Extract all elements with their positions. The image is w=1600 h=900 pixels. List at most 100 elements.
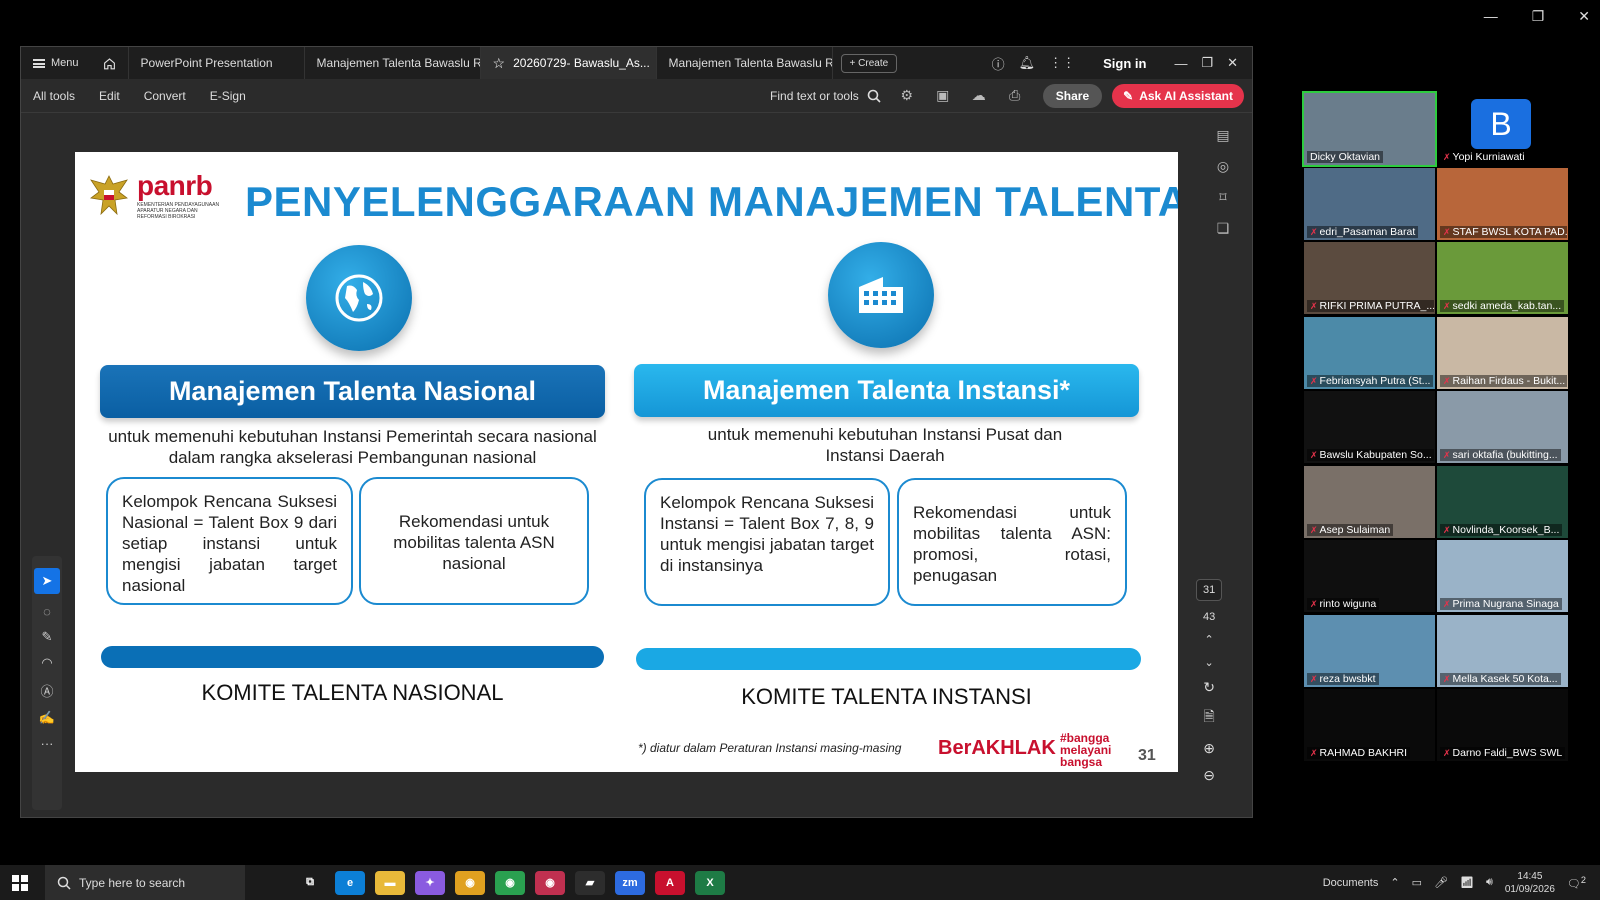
minimize-icon[interactable]: — — [1484, 8, 1498, 25]
tab-3[interactable]: Manajemen Talenta Bawaslu RI... — [657, 47, 833, 79]
participant-tile[interactable]: ✗ Asep Sulaiman — [1304, 465, 1435, 538]
participant-tile[interactable]: ✗ Raihan Firdaus - Bukit... — [1437, 316, 1568, 389]
participant-tile[interactable]: ✗ Mella Kasek 50 Kota... — [1437, 614, 1568, 687]
taskbar-search[interactable]: Type here to search — [45, 865, 245, 900]
pen-icon[interactable]: ✎ — [42, 629, 53, 645]
minimize-icon[interactable]: — — [1174, 56, 1187, 71]
participant-tile[interactable]: B ✗ Yopi Kurniawati — [1437, 93, 1568, 165]
edge-icon[interactable]: e — [335, 870, 365, 895]
tab-2-active[interactable]: ☆ 20260729- Bawaslu_As... ✕ — [480, 47, 657, 79]
participant-tile[interactable]: ✗ reza bwsbkt — [1304, 614, 1435, 687]
participant-tile[interactable]: ✗ edri_Pasaman Barat — [1304, 167, 1435, 240]
notification-icon[interactable]: 🗨︎2 — [1567, 875, 1586, 891]
bookmark-icon[interactable]: ⌑ — [1219, 189, 1226, 206]
participant-tile[interactable]: ✗ sari oktafia (bukitting... — [1437, 391, 1568, 463]
bell-icon[interactable]: 🔔︎ — [1019, 55, 1036, 71]
participant-name: ✗ reza bwsbkt — [1307, 672, 1379, 685]
create-button[interactable]: + Create — [840, 53, 898, 73]
participant-name-text: edri_Pasaman Barat — [1319, 225, 1416, 238]
volume-icon[interactable]: 🔊︎ — [1486, 876, 1493, 889]
chevron-down-icon[interactable]: ⌄ — [1205, 656, 1214, 669]
share-button[interactable]: Share — [1042, 83, 1103, 108]
cursor-icon[interactable]: ➤ — [34, 568, 60, 594]
apps-grid-icon[interactable]: ⋮⋮ — [1049, 55, 1075, 71]
participant-tile[interactable]: ✗ Prima Nugrana Sinaga — [1437, 540, 1568, 612]
acrobat-icon[interactable]: A — [655, 870, 685, 895]
star-icon[interactable]: ☆ — [493, 55, 506, 72]
ai-tools-icon[interactable]: ⚙ — [896, 85, 918, 107]
documents-toolbar[interactable]: Documents — [1323, 877, 1379, 889]
more-tools-icon[interactable]: ··· — [41, 736, 54, 751]
muted-mic-icon: ✗ — [1443, 152, 1451, 162]
participant-tile[interactable]: ✗ Bawslu Kabupaten So... — [1304, 391, 1435, 463]
zoom-in-icon[interactable]: ⊕ — [1203, 740, 1215, 757]
menu-button[interactable]: Menu — [21, 57, 91, 69]
ai-summary-icon[interactable]: ◎ — [1217, 158, 1229, 175]
copilot-icon[interactable]: ✦ — [415, 870, 445, 895]
tab-1[interactable]: Manajemen Talenta Bawaslu RI... — [305, 47, 481, 79]
maximize-icon[interactable]: ❐ — [1532, 8, 1545, 25]
close-icon[interactable]: ✕ — [1578, 8, 1590, 25]
comment-panel-icon[interactable]: ▤ — [1216, 127, 1229, 144]
participant-name: ✗ edri_Pasaman Barat — [1307, 225, 1419, 238]
chevron-up-icon[interactable]: ⌃ — [1205, 633, 1214, 646]
current-page-input[interactable]: 31 — [1196, 579, 1223, 601]
home-button[interactable] — [91, 47, 129, 79]
hamburger-icon — [33, 58, 45, 68]
participant-name: ✗ STAF BWSL KOTA PAD... — [1440, 225, 1567, 238]
participant-tile[interactable]: ✗ rinto wiguna — [1304, 540, 1435, 612]
notification-count: 2 — [1580, 874, 1586, 885]
save-icon[interactable]: ▣ — [932, 85, 954, 107]
sign-in-button[interactable]: Sign in — [1103, 56, 1146, 71]
save-page-icon[interactable]: 🗎︎ — [1203, 706, 1214, 730]
participant-name: ✗ Novlinda_Koorsek_B... — [1440, 523, 1563, 536]
restore-icon[interactable]: ❐ — [1201, 55, 1213, 71]
pages-icon[interactable]: ❏ — [1217, 220, 1230, 237]
lasso-icon[interactable]: ◠ — [41, 655, 52, 671]
print-icon[interactable]: ⎙ — [1004, 85, 1026, 107]
participant-tile[interactable]: ✗ RIFKI PRIMA PUTRA_... — [1304, 242, 1435, 314]
chevron-up-icon[interactable]: ⌃ — [1390, 876, 1399, 889]
help-icon[interactable]: ⓘ — [992, 54, 1005, 73]
participant-tile[interactable]: ✗ RAHMAD BAKHRI — [1304, 689, 1435, 761]
chrome-profile-3-icon[interactable]: ◉ — [535, 870, 565, 895]
zoom-icon[interactable]: zm — [615, 870, 645, 895]
signature-icon[interactable]: ✍ — [39, 710, 55, 726]
participant-tile[interactable]: ✗ Novlinda_Koorsek_B... — [1437, 465, 1568, 538]
close-icon[interactable]: ✕ — [1227, 55, 1238, 71]
comment-icon[interactable]: ◌ — [43, 604, 51, 619]
participant-tile[interactable]: ✗ Febriansyah Putra (St... — [1304, 316, 1435, 389]
chrome-profile-2-icon[interactable]: ◉ — [495, 870, 525, 895]
text-select-icon[interactable]: Ⓐ — [40, 681, 53, 700]
rotate-icon[interactable]: ↻ — [1203, 679, 1215, 696]
muted-mic-icon: ✗ — [1443, 524, 1451, 535]
file-explorer-icon[interactable]: ▬ — [375, 870, 405, 895]
meet-now-icon[interactable]: ▭ — [1412, 876, 1422, 889]
participant-name: ✗ RIFKI PRIMA PUTRA_... — [1307, 300, 1434, 312]
muted-mic-icon: ✗ — [1310, 450, 1318, 460]
zoom-out-icon[interactable]: ⊖ — [1203, 767, 1215, 784]
participant-tile[interactable]: ✗ STAF BWSL KOTA PAD... — [1437, 167, 1568, 240]
excel-icon[interactable]: X — [695, 870, 725, 895]
esign-menu[interactable]: E-Sign — [198, 89, 258, 103]
edit-menu[interactable]: Edit — [87, 89, 132, 103]
participant-tile[interactable]: Dicky Oktavian — [1302, 91, 1437, 167]
microphone-icon[interactable]: 🎤︎ — [1434, 876, 1448, 889]
windows-start-icon[interactable] — [0, 874, 40, 891]
convert-menu[interactable]: Convert — [132, 89, 198, 103]
find-text-button[interactable]: Find text or tools — [770, 89, 889, 103]
participant-name-text: sari oktafia (bukitting... — [1452, 449, 1558, 461]
chrome-icon[interactable]: ◉ — [455, 870, 485, 895]
participant-tile[interactable]: ✗ Darno Faldi_BWS SWL — [1437, 689, 1568, 761]
upload-icon[interactable]: ☁ — [968, 85, 990, 107]
slide-title: PENYELENGGARAAN MANAJEMEN TALENTA — [245, 178, 1178, 225]
clock[interactable]: 14:45 01/09/2026 — [1505, 870, 1555, 896]
sticky-notes-icon[interactable]: ▰ — [575, 870, 605, 895]
network-icon[interactable]: 📶︎ — [1460, 876, 1474, 889]
muted-mic-icon: ✗ — [1443, 375, 1451, 386]
task-view-icon[interactable]: ⧉ — [295, 871, 325, 895]
ask-ai-assistant-button[interactable]: ✎ Ask AI Assistant — [1112, 83, 1244, 108]
tab-0[interactable]: PowerPoint Presentation — [129, 47, 305, 79]
participant-tile[interactable]: ✗ sedki ameda_kab.tan... — [1437, 242, 1568, 314]
all-tools-menu[interactable]: All tools — [21, 89, 87, 103]
